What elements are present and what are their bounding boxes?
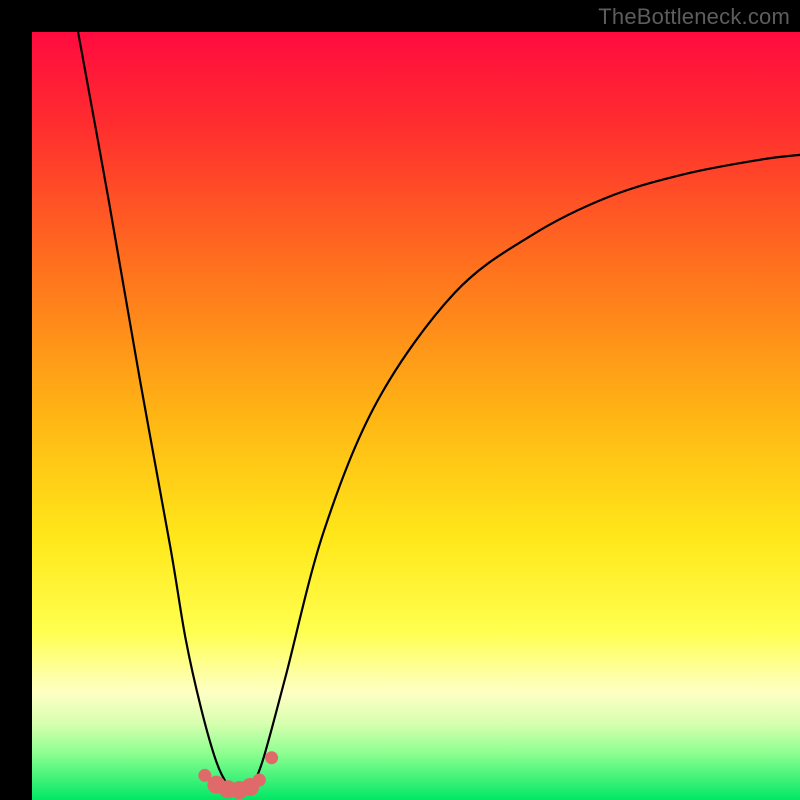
curve-layer — [32, 32, 800, 800]
bottleneck-curve — [78, 32, 800, 791]
watermark-text: TheBottleneck.com — [598, 4, 790, 30]
frame: TheBottleneck.com — [0, 0, 800, 800]
plot-area — [32, 32, 800, 800]
marker-dot — [253, 774, 266, 787]
marker-dot — [265, 751, 278, 764]
